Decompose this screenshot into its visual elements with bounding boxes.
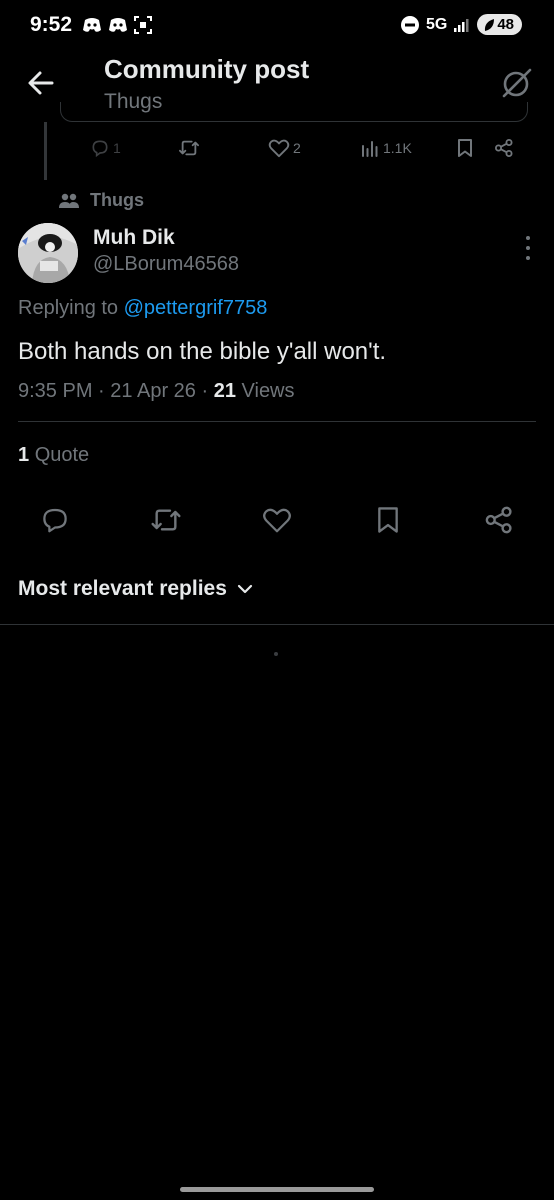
share-button[interactable] (482, 503, 516, 537)
thread-line (44, 122, 47, 180)
bookmark-icon (458, 139, 472, 157)
avatar-image (18, 223, 78, 283)
status-time: 9:52 (30, 13, 73, 36)
parent-share-button[interactable] (494, 138, 514, 158)
views-label: Views (241, 380, 295, 402)
heart-icon (263, 508, 291, 533)
screenshot-icon (134, 16, 152, 34)
share-icon (485, 506, 512, 534)
parent-views-button[interactable]: 1.1K (360, 138, 456, 158)
post-time[interactable]: 9:35 PM (18, 380, 92, 402)
more-options-button[interactable] (522, 236, 534, 260)
community-name: Thugs (90, 190, 144, 210)
parent-reply-count: 1 (113, 140, 121, 156)
parent-like-count: 2 (293, 140, 301, 156)
share-icon (495, 139, 513, 157)
status-bar: 9:52 5G 48 (0, 0, 554, 52)
grok-icon (502, 68, 532, 98)
status-right: 5G 48 (400, 14, 522, 35)
quotes-link[interactable]: 1 Quote (18, 444, 89, 467)
discord-icon (83, 18, 101, 32)
dot (526, 246, 530, 250)
post-meta: 9:35 PM · 21 Apr 26 · 21 Views (18, 380, 295, 403)
replying-to: Replying to @pettergrif7758 (18, 297, 267, 320)
dot (526, 236, 530, 240)
quoted-card-edge (60, 102, 528, 122)
parent-reply-button[interactable]: 1 (90, 138, 178, 158)
grok-button[interactable] (500, 66, 534, 100)
like-button[interactable] (260, 503, 294, 537)
views-count: 21 (213, 380, 236, 402)
community-label-row[interactable]: Thugs (58, 190, 144, 211)
replies-sort-label: Most relevant replies (18, 577, 227, 600)
meta-separator: · (201, 380, 209, 402)
leaf-icon (485, 18, 495, 31)
repost-icon (179, 140, 199, 156)
quote-count: 1 (18, 444, 30, 466)
post-date[interactable]: 21 Apr 26 (110, 380, 196, 402)
post-action-bar (38, 503, 516, 537)
parent-post-actions: 1 2 1.1K (90, 138, 532, 158)
views-chart-icon (362, 141, 378, 157)
replying-mention-link[interactable]: @pettergrif7758 (124, 297, 268, 319)
meta-separator: · (98, 380, 105, 402)
battery-level: 48 (497, 16, 514, 33)
battery-indicator: 48 (477, 14, 522, 35)
replies-sort-dropdown[interactable]: Most relevant replies (18, 577, 253, 601)
home-indicator[interactable] (180, 1187, 374, 1192)
bookmark-button[interactable] (371, 503, 405, 537)
signal-icon (454, 18, 469, 32)
reply-icon (92, 140, 108, 158)
chevron-down-icon (237, 584, 253, 594)
quote-label: Quote (34, 444, 90, 466)
author-display-name[interactable]: Muh Dik (93, 226, 175, 250)
network-label: 5G (425, 15, 448, 33)
loading-indicator (274, 652, 278, 656)
people-icon (59, 193, 79, 208)
dot (526, 256, 530, 260)
discord-icon (109, 18, 127, 32)
dnd-icon (400, 15, 419, 34)
page-title: Community post (104, 54, 310, 84)
reply-icon (43, 508, 67, 533)
repost-icon (151, 509, 181, 531)
author-handle[interactable]: @LBorum46568 (93, 253, 239, 276)
notification-icons (82, 16, 152, 34)
divider (18, 421, 536, 422)
arrow-left-icon (28, 71, 54, 95)
avatar[interactable] (18, 223, 78, 283)
back-button[interactable] (24, 66, 58, 100)
heart-icon (268, 139, 290, 158)
parent-bookmark-button[interactable] (456, 138, 494, 158)
bookmark-icon (378, 507, 398, 533)
repost-button[interactable] (149, 503, 183, 537)
reply-button[interactable] (38, 503, 72, 537)
parent-view-count: 1.1K (383, 140, 412, 156)
divider (0, 624, 554, 625)
post-text: Both hands on the bible y'all won't. (18, 338, 387, 365)
parent-like-button[interactable]: 2 (268, 138, 360, 158)
replying-prefix: Replying to (18, 297, 119, 319)
parent-repost-button[interactable] (178, 138, 268, 158)
